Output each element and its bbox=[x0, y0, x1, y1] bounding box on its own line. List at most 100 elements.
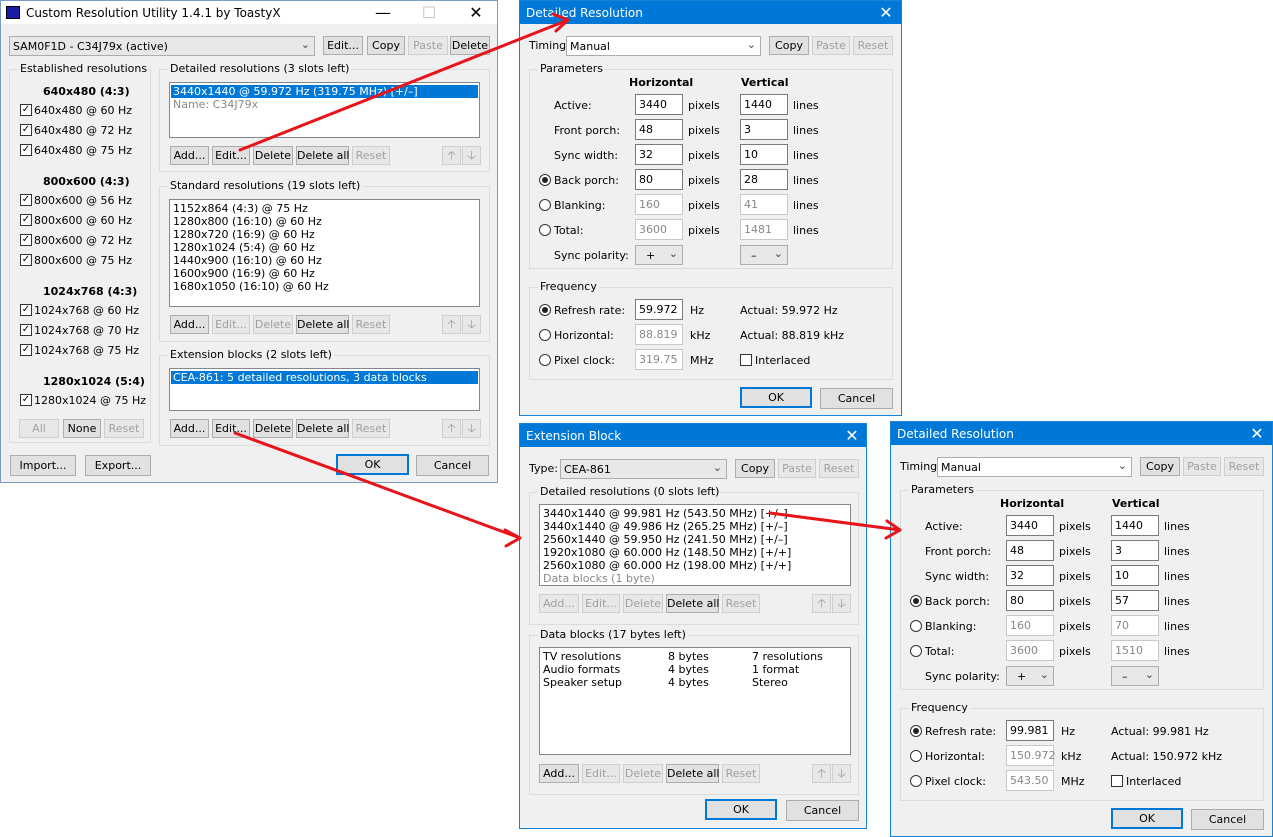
list-item[interactable]: 1280x800 (16:10) @ 60 Hz bbox=[173, 215, 322, 228]
delete-all-button[interactable]: Delete all bbox=[296, 315, 350, 334]
list-item[interactable]: 1152x864 (4:3) @ 75 Hz bbox=[173, 202, 308, 215]
blanking-radio[interactable] bbox=[539, 199, 551, 211]
ok-button[interactable]: OK bbox=[705, 799, 777, 820]
list-item[interactable]: Name: C34J79x bbox=[173, 98, 258, 111]
add-button[interactable]: Add... bbox=[170, 146, 209, 165]
back-porch-radio[interactable] bbox=[910, 595, 922, 607]
h-sync-width-input[interactable]: 32 bbox=[1006, 565, 1054, 586]
v-sync-polarity-select[interactable]: – ⌄ bbox=[1111, 666, 1159, 686]
v-total-input[interactable]: 1510 bbox=[1111, 640, 1159, 661]
v-back-porch-input[interactable]: 28 bbox=[740, 169, 788, 190]
v-sync-polarity-select[interactable]: – ⌄ bbox=[740, 245, 788, 265]
pixel-clock-radio[interactable] bbox=[910, 775, 922, 787]
established-checkbox[interactable]: ✓ bbox=[20, 214, 32, 226]
move-down-icon[interactable]: 🡣 bbox=[462, 419, 481, 438]
h-active-input[interactable]: 3440 bbox=[1006, 515, 1054, 536]
export-button[interactable]: Export... bbox=[85, 455, 151, 476]
paste-button[interactable]: Paste bbox=[1183, 457, 1221, 476]
add-button[interactable]: Add... bbox=[170, 315, 209, 334]
h-front-porch-input[interactable]: 48 bbox=[1006, 540, 1054, 561]
edit-button[interactable]: Edit... bbox=[582, 764, 620, 783]
established-checkbox[interactable]: ✓ bbox=[20, 254, 32, 266]
ext-detailed-list[interactable]: 3440x1440 @ 99.981 Hz (543.50 MHz) [+/–]… bbox=[539, 504, 851, 586]
v-back-porch-input[interactable]: 57 bbox=[1111, 590, 1159, 611]
move-down-icon[interactable]: 🡣 bbox=[832, 594, 851, 613]
h-total-input[interactable]: 3600 bbox=[1006, 640, 1054, 661]
move-down-icon[interactable]: 🡣 bbox=[462, 315, 481, 334]
horizontal-freq-input[interactable]: 150.972 bbox=[1006, 745, 1056, 766]
refresh-rate-radio[interactable] bbox=[910, 725, 922, 737]
data-blocks-list[interactable]: TV resolutions 8 bytes 7 resolutions Aud… bbox=[539, 647, 851, 755]
established-checkbox[interactable]: ✓ bbox=[20, 324, 32, 336]
minimize-icon[interactable]: — bbox=[369, 2, 397, 24]
delete-monitor-button[interactable]: Delete bbox=[450, 36, 490, 55]
timing-select[interactable]: Manual ⌄ bbox=[937, 457, 1132, 477]
copy-button[interactable]: Copy bbox=[1140, 457, 1180, 476]
delete-button[interactable]: Delete bbox=[623, 594, 663, 613]
v-blanking-input[interactable]: 70 bbox=[1111, 615, 1159, 636]
list-item[interactable]: CEA-861: 5 detailed resolutions, 3 data … bbox=[171, 371, 478, 384]
cancel-button[interactable]: Cancel bbox=[1191, 809, 1264, 830]
data-block-name[interactable]: Audio formats bbox=[543, 663, 620, 676]
type-select[interactable]: CEA-861 ⌄ bbox=[560, 459, 727, 479]
reset-button[interactable]: Reset bbox=[722, 594, 760, 613]
import-button[interactable]: Import... bbox=[10, 455, 76, 476]
delete-all-button[interactable]: Delete all bbox=[666, 594, 720, 613]
established-checkbox[interactable]: ✓ bbox=[20, 194, 32, 206]
list-item[interactable]: 1680x1050 (16:10) @ 60 Hz bbox=[173, 280, 329, 293]
v-sync-width-input[interactable]: 10 bbox=[1111, 565, 1159, 586]
v-sync-width-input[interactable]: 10 bbox=[740, 144, 788, 165]
monitor-select[interactable]: SAM0F1D - C34J79x (active) ⌄ bbox=[9, 36, 315, 56]
pixel-clock-input[interactable]: 543.50 bbox=[1006, 770, 1054, 791]
reset-button[interactable]: Reset bbox=[819, 459, 859, 478]
move-up-icon[interactable]: 🡡 bbox=[812, 764, 831, 783]
delete-all-button[interactable]: Delete all bbox=[666, 764, 720, 783]
maximize-icon[interactable]: ☐ bbox=[415, 2, 443, 24]
delete-button[interactable]: Delete bbox=[253, 146, 293, 165]
cancel-button[interactable]: Cancel bbox=[820, 388, 893, 409]
move-up-icon[interactable]: 🡡 bbox=[442, 315, 461, 334]
copy-monitor-button[interactable]: Copy bbox=[367, 36, 405, 55]
h-sync-width-input[interactable]: 32 bbox=[635, 144, 683, 165]
total-radio[interactable] bbox=[910, 645, 922, 657]
refresh-rate-input[interactable]: 99.981 bbox=[1006, 720, 1054, 741]
list-item[interactable]: 1440x900 (16:10) @ 60 Hz bbox=[173, 254, 322, 267]
h-total-input[interactable]: 3600 bbox=[635, 219, 683, 240]
move-up-icon[interactable]: 🡡 bbox=[442, 419, 461, 438]
edit-button[interactable]: Edit... bbox=[212, 315, 250, 334]
interlaced-checkbox[interactable] bbox=[1111, 775, 1123, 787]
edit-button[interactable]: Edit... bbox=[212, 146, 250, 165]
h-front-porch-input[interactable]: 48 bbox=[635, 119, 683, 140]
total-radio[interactable] bbox=[539, 224, 551, 236]
list-item[interactable]: 2560x1440 @ 59.950 Hz (241.50 MHz) [+/–] bbox=[543, 533, 788, 546]
list-item[interactable]: Data blocks (1 byte) bbox=[543, 572, 655, 585]
list-item[interactable]: 1280x720 (16:9) @ 60 Hz bbox=[173, 228, 315, 241]
timing-select[interactable]: Manual ⌄ bbox=[566, 36, 761, 56]
paste-button[interactable]: Paste bbox=[812, 36, 850, 55]
refresh-rate-input[interactable]: 59.972 bbox=[635, 299, 683, 320]
none-button[interactable]: None bbox=[63, 419, 101, 438]
h-back-porch-input[interactable]: 80 bbox=[1006, 590, 1054, 611]
ok-button[interactable]: OK bbox=[336, 454, 409, 475]
v-front-porch-input[interactable]: 3 bbox=[740, 119, 788, 140]
v-front-porch-input[interactable]: 3 bbox=[1111, 540, 1159, 561]
reset-button[interactable]: Reset bbox=[352, 419, 390, 438]
blanking-radio[interactable] bbox=[910, 620, 922, 632]
h-blanking-input[interactable]: 160 bbox=[1006, 615, 1054, 636]
add-button[interactable]: Add... bbox=[539, 594, 579, 613]
horizontal-radio[interactable] bbox=[539, 329, 551, 341]
list-item[interactable]: 3440x1440 @ 49.986 Hz (265.25 MHz) [+/–] bbox=[543, 520, 788, 533]
refresh-rate-radio[interactable] bbox=[539, 304, 551, 316]
list-item[interactable]: 1920x1080 @ 60.000 Hz (148.50 MHz) [+/+] bbox=[543, 546, 791, 559]
pixel-clock-input[interactable]: 319.75 bbox=[635, 349, 683, 370]
move-up-icon[interactable]: 🡡 bbox=[812, 594, 831, 613]
list-item[interactable]: 3440x1440 @ 99.981 Hz (543.50 MHz) [+/–] bbox=[543, 507, 788, 520]
list-item[interactable]: 1280x1024 (5:4) @ 60 Hz bbox=[173, 241, 315, 254]
standard-list[interactable]: 1152x864 (4:3) @ 75 Hz 1280x800 (16:10) … bbox=[169, 199, 480, 307]
delete-button[interactable]: Delete bbox=[253, 419, 293, 438]
reset-button[interactable]: Reset bbox=[352, 315, 390, 334]
list-item[interactable]: 2560x1080 @ 60.000 Hz (198.00 MHz) [+/+] bbox=[543, 559, 791, 572]
h-active-input[interactable]: 3440 bbox=[635, 94, 683, 115]
close-icon[interactable]: ✕ bbox=[872, 2, 900, 24]
h-blanking-input[interactable]: 160 bbox=[635, 194, 683, 215]
